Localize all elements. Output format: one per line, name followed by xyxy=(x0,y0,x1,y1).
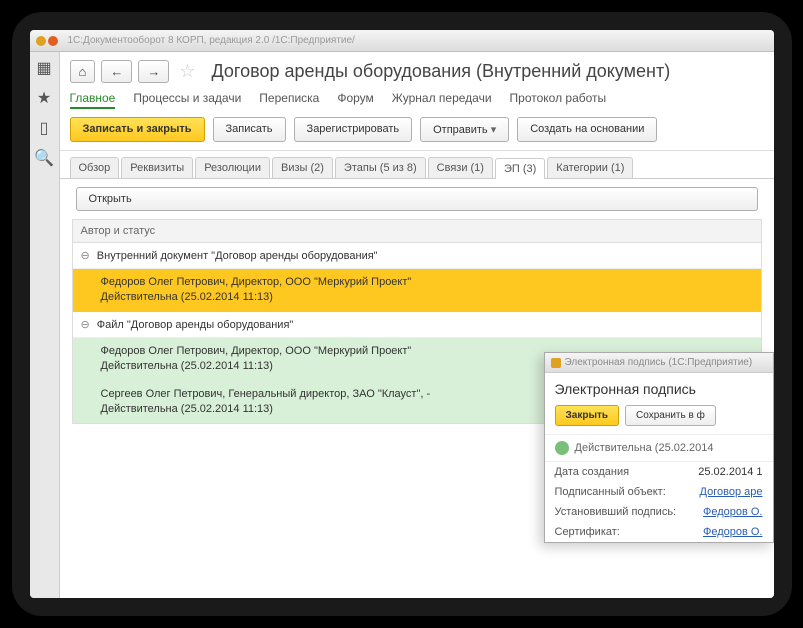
tab-transfer-log[interactable]: Журнал передачи xyxy=(392,91,492,109)
page-icon[interactable]: ▯ xyxy=(40,118,49,138)
popup-icon xyxy=(551,358,561,368)
popup-heading: Электронная подпись xyxy=(545,373,773,401)
list-header: Автор и статус xyxy=(72,219,762,243)
subtab-visas[interactable]: Визы (2) xyxy=(272,157,333,178)
tab-work-protocol[interactable]: Протокол работы xyxy=(510,91,607,109)
nav-tabs: Главное Процессы и задачи Переписка Фору… xyxy=(60,87,774,109)
page-title: Договор аренды оборудования (Внутренний … xyxy=(212,61,671,82)
collapse-icon: ⊖ xyxy=(81,250,90,262)
list-item[interactable]: Федоров Олег Петрович, Директор, ООО "Ме… xyxy=(73,269,761,312)
save-close-button[interactable]: Записать и закрыть xyxy=(70,117,205,142)
star-filled-icon[interactable]: ★ xyxy=(37,88,51,108)
popup-titlebar: Электронная подпись (1С:Предприятие) xyxy=(545,353,773,373)
save-button[interactable]: Записать xyxy=(213,117,286,142)
create-based-button[interactable]: Создать на основании xyxy=(517,117,657,142)
home-button[interactable]: ⌂ xyxy=(70,60,96,83)
search-icon[interactable]: 🔍 xyxy=(34,148,54,168)
subtab-resolutions[interactable]: Резолюции xyxy=(195,157,270,178)
subtab-details[interactable]: Реквизиты xyxy=(121,157,193,178)
tab-correspondence[interactable]: Переписка xyxy=(259,91,319,109)
tab-main[interactable]: Главное xyxy=(70,91,116,109)
subtab-overview[interactable]: Обзор xyxy=(70,157,120,178)
favorite-star-icon[interactable]: ☆ xyxy=(179,61,195,82)
list-group[interactable]: ⊖ Внутренний документ "Договор аренды об… xyxy=(73,243,761,269)
popup-save-file-button[interactable]: Сохранить в ф xyxy=(625,405,716,426)
subtab-categories[interactable]: Категории (1) xyxy=(547,157,633,178)
popup-cert-link[interactable]: Федоров О. xyxy=(703,526,763,538)
tab-forum[interactable]: Форум xyxy=(337,91,373,109)
open-button[interactable]: Открыть xyxy=(76,187,758,211)
subtab-ep[interactable]: ЭП (3) xyxy=(495,158,545,179)
subtab-links[interactable]: Связи (1) xyxy=(428,157,493,178)
left-rail: ▦ ★ ▯ 🔍 xyxy=(30,52,60,598)
window-dot xyxy=(36,36,46,46)
signature-popup: Электронная подпись (1С:Предприятие) Эле… xyxy=(544,352,774,543)
popup-close-button[interactable]: Закрыть xyxy=(555,405,620,426)
popup-signer-link[interactable]: Федоров О. xyxy=(703,506,763,518)
back-button[interactable]: ← xyxy=(101,60,132,83)
window-title: 1С:Документооборот 8 КОРП, редакция 2.0 … xyxy=(68,35,355,46)
list-group[interactable]: ⊖ Файл "Договор аренды оборудования" xyxy=(73,312,761,338)
popup-field: Установивший подпись: Федоров О. xyxy=(545,502,773,522)
window-titlebar: 1С:Документооборот 8 КОРП, редакция 2.0 … xyxy=(30,30,774,52)
popup-object-link[interactable]: Договор аре xyxy=(700,486,763,498)
popup-field: Дата создания 25.02.2014 1 xyxy=(545,462,773,482)
subtab-stages[interactable]: Этапы (5 из 8) xyxy=(335,157,426,178)
forward-button[interactable]: → xyxy=(138,60,169,83)
grid-icon[interactable]: ▦ xyxy=(36,58,51,78)
popup-status: Действительна (25.02.2014 xyxy=(545,434,773,462)
tab-processes[interactable]: Процессы и задачи xyxy=(133,91,241,109)
popup-field: Сертификат: Федоров О. xyxy=(545,522,773,542)
register-button[interactable]: Зарегистрировать xyxy=(294,117,413,142)
send-button[interactable]: Отправить xyxy=(420,117,509,142)
popup-field: Подписанный объект: Договор аре xyxy=(545,482,773,502)
status-ok-icon xyxy=(555,441,569,455)
collapse-icon: ⊖ xyxy=(81,319,90,331)
window-dot xyxy=(48,36,58,46)
